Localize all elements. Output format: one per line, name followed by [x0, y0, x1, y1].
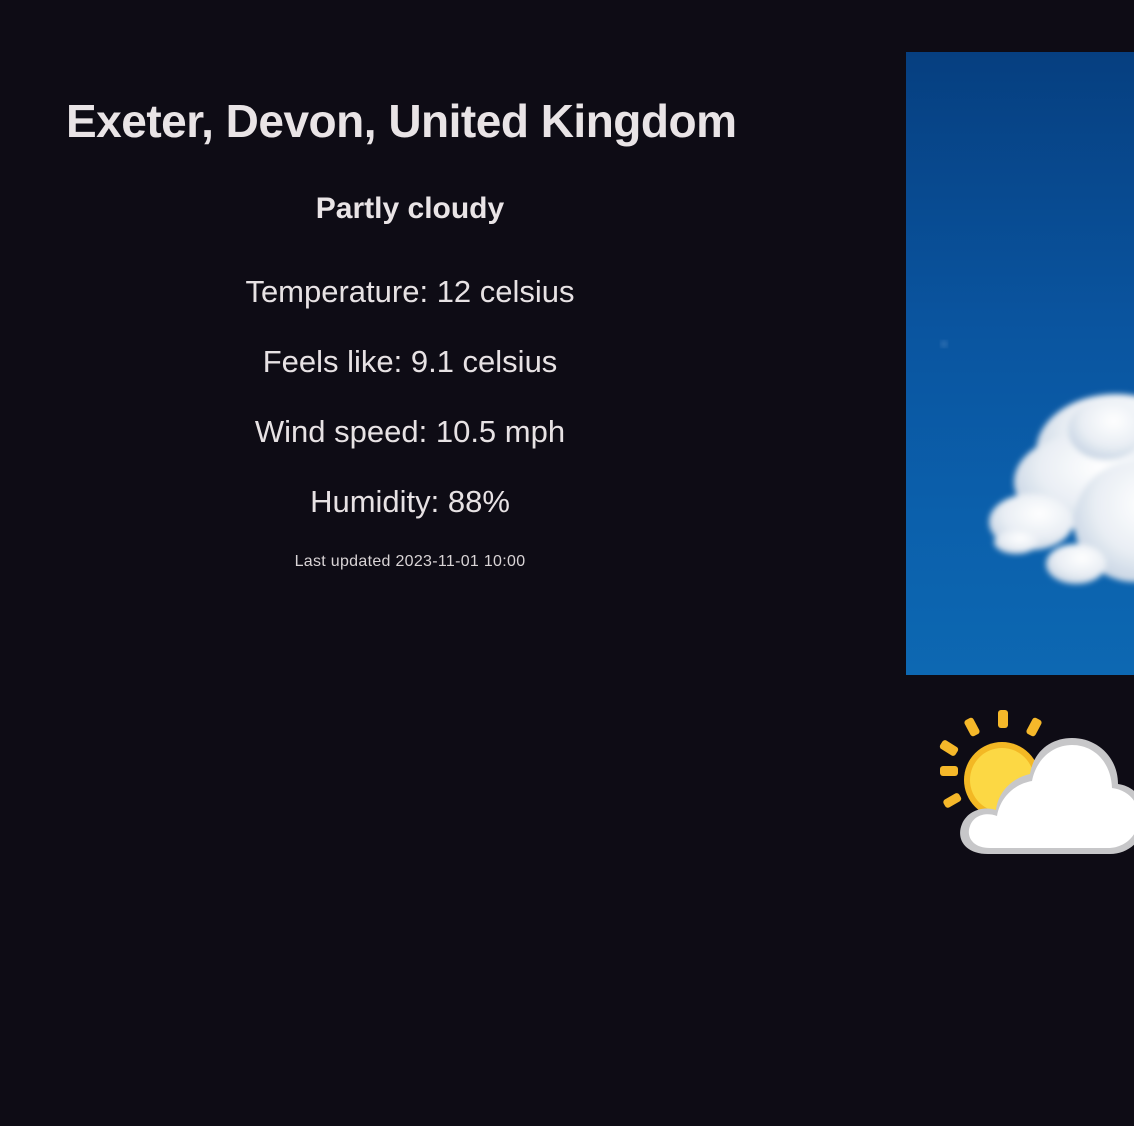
location-title: Exeter, Devon, United Kingdom	[66, 95, 737, 147]
wind-speed-text: Wind speed: 10.5 mph	[254, 414, 566, 449]
last-updated-text: Last updated 2023-11-01 10:00	[294, 553, 526, 570]
sky-photo	[906, 52, 1134, 675]
partly-cloudy-icon	[926, 704, 1134, 864]
feels-like-text: Feels like: 9.1 celsius	[262, 344, 558, 379]
condition-text: Partly cloudy	[315, 192, 505, 225]
temperature-text: Temperature: 12 celsius	[245, 274, 575, 309]
humidity-text: Humidity: 88%	[310, 484, 510, 519]
